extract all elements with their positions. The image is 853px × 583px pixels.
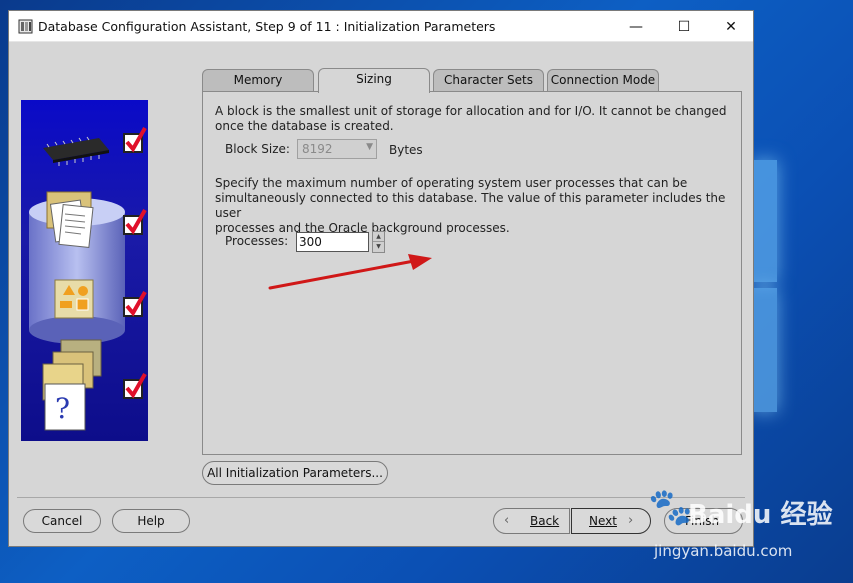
tab-memory[interactable]: Memory: [202, 69, 314, 91]
help-button[interactable]: Help: [112, 509, 190, 533]
step-illustration: ?: [21, 100, 148, 441]
baidu-watermark: 🐾 Baidu 经验 jingyan.baidu.com: [648, 487, 833, 560]
minimize-button[interactable]: —: [613, 11, 659, 42]
all-init-params-button[interactable]: All Initialization Parameters...: [202, 461, 388, 485]
processes-input[interactable]: [296, 232, 369, 252]
block-size-unit: Bytes: [389, 143, 423, 157]
chevron-down-icon: ▼: [366, 142, 373, 152]
window-title: Database Configuration Assistant, Step 9…: [38, 19, 496, 34]
title-bar: Database Configuration Assistant, Step 9…: [9, 11, 753, 42]
red-annotation-arrow-icon: [268, 254, 432, 290]
tab-character-sets[interactable]: Character Sets: [433, 69, 544, 91]
processes-label: Processes:: [225, 234, 289, 248]
maximize-button[interactable]: ☐: [661, 11, 707, 42]
close-button[interactable]: ✕: [708, 11, 754, 42]
next-button[interactable]: Next ›: [571, 508, 651, 534]
chevron-left-icon: ‹: [504, 513, 510, 528]
app-icon: [18, 19, 33, 34]
check-icons: [123, 127, 147, 399]
svg-text:?: ?: [55, 392, 70, 425]
footer-separator: [17, 497, 745, 498]
database-illustration-icon: ?: [29, 127, 147, 431]
back-button[interactable]: ‹ Back: [493, 508, 570, 534]
block-size-select: 8192 ▼: [297, 139, 377, 159]
stepper-up-icon[interactable]: ▲: [373, 232, 384, 242]
paw-icon: 🐾: [648, 487, 693, 528]
cancel-button[interactable]: Cancel: [23, 509, 101, 533]
tab-sizing[interactable]: Sizing: [318, 68, 430, 93]
processes-description: Specify the maximum number of operating …: [215, 176, 726, 235]
processes-stepper[interactable]: ▲ ▼: [372, 231, 385, 253]
block-size-label: Block Size:: [225, 142, 290, 156]
block-description: A block is the smallest unit of storage …: [215, 104, 727, 133]
tab-connection-mode[interactable]: Connection Mode: [547, 69, 659, 91]
windows-logo-decoration: [752, 160, 853, 420]
dbca-window: Database Configuration Assistant, Step 9…: [8, 10, 754, 547]
chevron-right-icon: ›: [628, 513, 634, 528]
